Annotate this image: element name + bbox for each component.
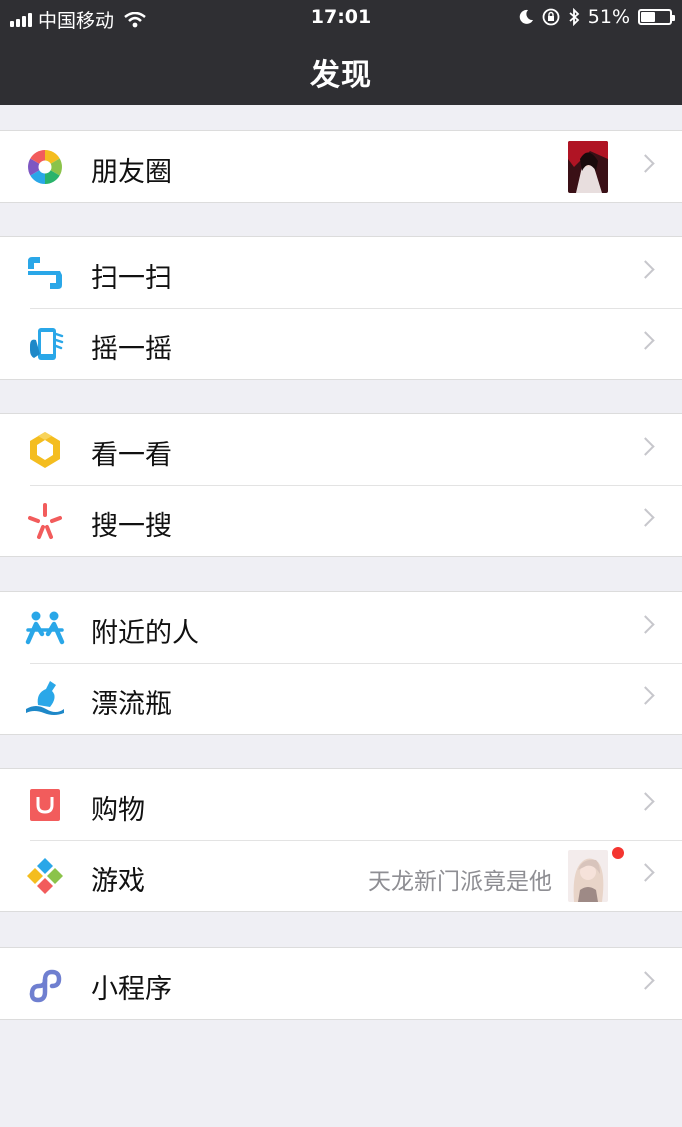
battery-icon [638, 9, 675, 25]
scan-icon [28, 257, 62, 289]
group-shop-games: 购物 游戏 天龙新门派竟是他 [0, 768, 682, 912]
shopping-bag-icon [30, 789, 60, 821]
row-mini-programs[interactable]: 小程序 [0, 948, 682, 1019]
group-nearby-bottle: 附近的人 漂流瓶 [0, 591, 682, 735]
mini-programs-label: 小程序 [91, 974, 172, 1005]
top-stories-icon [30, 432, 60, 468]
header-bar: 中国移动 17:01 51% 发现 [0, 0, 682, 105]
row-shopping[interactable]: 购物 [0, 769, 682, 840]
row-shake[interactable]: 摇一摇 [0, 308, 682, 379]
row-nearby[interactable]: 附近的人 [0, 592, 682, 663]
chevron-right-icon [636, 331, 655, 350]
shopping-label: 购物 [91, 795, 145, 826]
chevron-right-icon [636, 863, 655, 882]
row-moments[interactable]: 朋友圈 [0, 131, 682, 202]
nearby-label: 附近的人 [91, 618, 199, 649]
group-moments: 朋友圈 [0, 130, 682, 203]
chevron-right-icon [636, 971, 655, 990]
camera-aperture-icon [28, 150, 62, 184]
games-thumbnail [568, 850, 608, 902]
chevron-right-icon [636, 792, 655, 811]
row-bottle[interactable]: 漂流瓶 [0, 663, 682, 734]
chevron-right-icon [636, 437, 655, 456]
shake-label: 摇一摇 [91, 334, 172, 365]
mini-program-icon [29, 969, 62, 1003]
chevron-right-icon [636, 686, 655, 705]
moments-label: 朋友圈 [91, 157, 172, 188]
page-title: 发现 [310, 58, 372, 93]
battery-percent: 51% [587, 6, 630, 28]
status-bar: 中国移动 17:01 51% [0, 0, 682, 36]
bluetooth-icon [569, 8, 580, 26]
rotation-lock-icon [542, 8, 560, 26]
chevron-right-icon [636, 260, 655, 279]
chevron-right-icon [636, 508, 655, 527]
shake-phone-icon [30, 328, 64, 360]
chevron-right-icon [636, 615, 655, 634]
moon-icon [519, 9, 533, 24]
drift-bottle-icon [26, 681, 64, 715]
top-stories-label: 看一看 [91, 440, 172, 471]
new-badge-dot [612, 847, 624, 859]
row-top-stories[interactable]: 看一看 [0, 414, 682, 485]
search-sparkle-icon [28, 503, 62, 539]
bottle-label: 漂流瓶 [91, 689, 172, 720]
game-diamond-icon [27, 858, 63, 894]
scan-label: 扫一扫 [91, 263, 172, 294]
people-nearby-icon [25, 611, 65, 645]
games-promo-text: 天龙新门派竟是他 [368, 869, 552, 895]
row-games[interactable]: 游戏 天龙新门派竟是他 [0, 840, 682, 911]
group-mini-programs: 小程序 [0, 947, 682, 1020]
games-label: 游戏 [91, 866, 145, 897]
search-label: 搜一搜 [91, 511, 172, 542]
row-search[interactable]: 搜一搜 [0, 485, 682, 556]
chevron-right-icon [636, 154, 655, 173]
group-look-search: 看一看 搜一搜 [0, 413, 682, 557]
group-scan-shake: 扫一扫 摇一摇 [0, 236, 682, 380]
moments-thumbnail [568, 141, 608, 193]
row-scan[interactable]: 扫一扫 [0, 237, 682, 308]
